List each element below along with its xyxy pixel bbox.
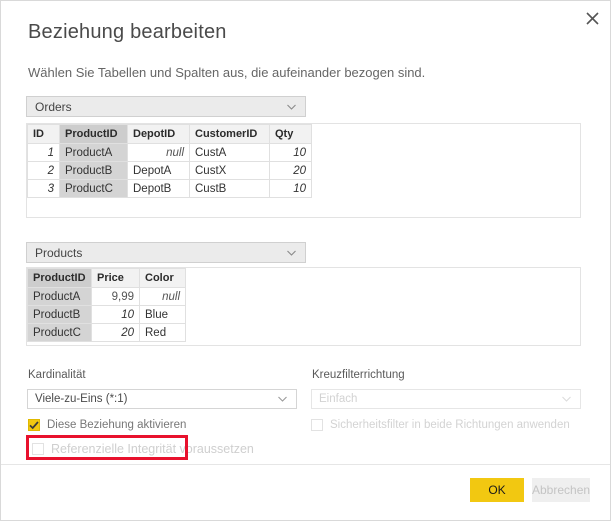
ok-button[interactable]: OK (470, 478, 524, 502)
cell-depotid[interactable]: DepotA (127, 161, 190, 180)
referential-integrity-checkbox-row[interactable]: Referenzielle Integrität voraussetzen (32, 442, 254, 456)
chevron-down-icon (283, 250, 299, 256)
checkbox-unchecked-icon[interactable] (32, 443, 44, 455)
table-row: ProductB 10 Blue (27, 305, 186, 324)
cell-id[interactable]: 1 (27, 143, 60, 162)
chevron-down-icon (274, 396, 290, 402)
cell-productid[interactable]: ProductB (27, 305, 92, 324)
cell-price[interactable]: 20 (91, 323, 140, 342)
table-row: ProductC 20 Red (27, 323, 186, 342)
cell-price[interactable]: 10 (91, 305, 140, 324)
primary-table-select[interactable]: Orders (26, 96, 306, 117)
cardinality-select[interactable]: Viele-zu-Eins (*:1) (27, 389, 297, 409)
column-header-productid[interactable]: ProductID (59, 124, 128, 144)
table-row: 1 ProductA null CustA 10 (27, 143, 312, 162)
column-header-productid[interactable]: ProductID (27, 268, 92, 288)
cell-color[interactable]: Red (139, 323, 186, 342)
column-header-id[interactable]: ID (27, 124, 60, 144)
column-header-customerid[interactable]: CustomerID (189, 124, 270, 144)
column-header-color[interactable]: Color (139, 268, 186, 288)
cell-qty[interactable]: 20 (269, 161, 312, 180)
cell-color[interactable]: Blue (139, 305, 186, 324)
cross-filter-direction-select[interactable]: Einfach (311, 389, 581, 409)
cell-depotid[interactable]: DepotB (127, 179, 190, 198)
related-table-select-value: Products (35, 245, 83, 260)
activate-relationship-checkbox-row[interactable]: Diese Beziehung aktivieren (28, 419, 186, 431)
column-header-qty[interactable]: Qty (269, 124, 312, 144)
cell-customerid[interactable]: CustA (189, 143, 270, 162)
close-icon[interactable] (576, 3, 608, 33)
cross-filter-direction-value: Einfach (319, 393, 358, 405)
cell-qty[interactable]: 10 (269, 179, 312, 198)
cell-depotid[interactable]: null (127, 143, 190, 162)
close-glyph (585, 11, 599, 25)
checkbox-unchecked-icon[interactable] (311, 419, 323, 431)
cell-qty[interactable]: 10 (269, 143, 312, 162)
cell-id[interactable]: 2 (27, 161, 60, 180)
cell-productid[interactable]: ProductB (59, 161, 128, 180)
cardinality-label: Kardinalität (28, 369, 86, 381)
primary-table-select-value: Orders (35, 99, 72, 114)
related-table-grid-panel[interactable]: ProductID Price Color ProductA 9,99 null Prod… (26, 267, 581, 346)
page-title: Beziehung bearbeiten (28, 21, 227, 43)
table-body: ProductA 9,99 null ProductB 10 Blue ProductC 20… (27, 287, 186, 342)
related-table-grid[interactable]: ProductID Price Color ProductA 9,99 null Prod… (27, 268, 186, 342)
table-row: 2 ProductB DepotA CustX 20 (27, 161, 312, 180)
referential-integrity-label: Referenzielle Integrität voraussetzen (51, 442, 254, 456)
table-row: 3 ProductC DepotB CustB 10 (27, 179, 312, 198)
cell-productid[interactable]: ProductC (59, 179, 128, 198)
related-table-select[interactable]: Products (26, 242, 306, 263)
table-row: ProductA 9,99 null (27, 287, 186, 306)
cell-productid[interactable]: ProductA (59, 143, 128, 162)
cell-productid[interactable]: ProductA (27, 287, 92, 306)
check-glyph (29, 420, 39, 429)
cancel-button[interactable]: Abbrechen (532, 478, 590, 502)
cell-customerid[interactable]: CustX (189, 161, 270, 180)
security-filter-checkbox-row[interactable]: Sicherheitsfilter in beide Richtungen an… (311, 419, 570, 431)
table-header-row: ID ProductID DepotID CustomerID Qty (27, 124, 312, 144)
edit-relationship-dialog: Beziehung bearbeiten Wählen Sie Tabellen… (0, 0, 611, 521)
cell-id[interactable]: 3 (27, 179, 60, 198)
activate-relationship-label: Diese Beziehung aktivieren (47, 419, 187, 431)
chevron-down-icon (558, 396, 574, 402)
checkbox-checked-icon[interactable] (28, 419, 40, 431)
cross-filter-direction-label: Kreuzfilterrichtung (312, 369, 405, 381)
cell-productid[interactable]: ProductC (27, 323, 92, 342)
footer-divider (1, 464, 610, 465)
cell-customerid[interactable]: CustB (189, 179, 270, 198)
column-header-depotid[interactable]: DepotID (127, 124, 190, 144)
cardinality-select-value: Viele-zu-Eins (*:1) (35, 393, 128, 405)
security-filter-label: Sicherheitsfilter in beide Richtungen an… (330, 419, 570, 431)
primary-table-grid[interactable]: ID ProductID DepotID CustomerID Qty 1 Product… (27, 124, 312, 198)
primary-table-grid-panel[interactable]: ID ProductID DepotID CustomerID Qty 1 Product… (26, 123, 581, 218)
table-header-row: ProductID Price Color (27, 268, 186, 288)
cell-color[interactable]: null (139, 287, 186, 306)
dialog-subtitle: Wählen Sie Tabellen und Spalten aus, die… (28, 65, 426, 80)
column-header-price[interactable]: Price (91, 268, 140, 288)
table-body: 1 ProductA null CustA 10 2 ProductB DepotA CustX… (27, 143, 312, 198)
cell-price[interactable]: 9,99 (91, 287, 140, 306)
chevron-down-icon (283, 104, 299, 110)
